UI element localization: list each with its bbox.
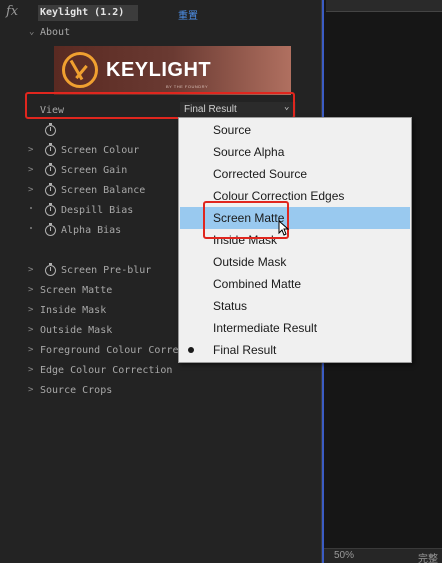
zoom-dropdown[interactable]: 50% bbox=[334, 550, 354, 561]
param-label: Edge Colour Correction bbox=[40, 365, 173, 376]
param-label: Alpha Bias bbox=[61, 225, 122, 236]
logo-subtext: BY THE FOUNDRY bbox=[166, 84, 209, 89]
chevron-right-icon[interactable]: > bbox=[28, 145, 33, 155]
about-row[interactable]: ⌄ About bbox=[0, 22, 322, 42]
param-label: Source Crops bbox=[40, 385, 113, 396]
viewer-tab-strip bbox=[326, 0, 442, 12]
stopwatch-icon[interactable] bbox=[45, 203, 56, 216]
menu-item-source[interactable]: Source bbox=[180, 119, 410, 141]
chevron-right-icon[interactable]: > bbox=[28, 185, 33, 195]
menu-item-combined-matte[interactable]: Combined Matte bbox=[180, 273, 410, 295]
chevron-right-icon[interactable]: > bbox=[28, 305, 33, 315]
param-group-source-crops[interactable]: > Source Crops bbox=[0, 380, 322, 400]
param-label: Despill Bias bbox=[61, 205, 134, 216]
param-label: Screen Gain bbox=[61, 165, 128, 176]
annotation-highlight-view bbox=[25, 92, 295, 119]
viewer-footer: 50% 完整 bbox=[324, 548, 442, 563]
param-label: Screen Matte bbox=[40, 285, 113, 296]
annotation-highlight-screen-matte bbox=[203, 201, 289, 239]
effect-header[interactable]: fx Keylight (1.2) 重置 bbox=[0, 2, 322, 22]
chevron-down-icon[interactable]: ⌄ bbox=[29, 27, 34, 37]
chevron-right-icon[interactable]: > bbox=[28, 285, 33, 295]
menu-item-outside-mask[interactable]: Outside Mask bbox=[180, 251, 410, 273]
stopwatch-icon[interactable] bbox=[45, 183, 56, 196]
bullet-dot bbox=[30, 207, 32, 209]
chevron-right-icon[interactable]: > bbox=[28, 325, 33, 335]
effect-title[interactable]: Keylight (1.2) bbox=[40, 7, 124, 18]
logo-text: KEYLIGHT bbox=[106, 59, 212, 81]
stopwatch-icon[interactable] bbox=[45, 263, 56, 276]
param-label: Screen Pre-blur bbox=[61, 265, 152, 276]
bullet-dot bbox=[30, 227, 32, 229]
keylight-logo-mark-icon bbox=[62, 52, 98, 88]
param-group-edge-colour-correction[interactable]: > Edge Colour Correction bbox=[0, 360, 322, 380]
fx-toggle-icon[interactable]: fx bbox=[6, 4, 18, 19]
keylight-logo: KEYLIGHT BY THE FOUNDRY bbox=[54, 46, 291, 95]
stopwatch-icon[interactable] bbox=[45, 163, 56, 176]
menu-item-intermediate-result[interactable]: Intermediate Result bbox=[180, 317, 410, 339]
about-label: About bbox=[40, 27, 71, 38]
chevron-right-icon[interactable]: > bbox=[28, 265, 33, 275]
menu-item-final-result[interactable]: Final Result bbox=[180, 339, 410, 361]
param-label: Outside Mask bbox=[40, 325, 113, 336]
param-label: Screen Balance bbox=[61, 185, 146, 196]
checked-bullet-icon bbox=[188, 347, 194, 353]
reset-link[interactable]: 重置 bbox=[178, 7, 198, 22]
resolution-dropdown[interactable]: 完整 bbox=[418, 550, 438, 563]
chevron-right-icon[interactable]: > bbox=[28, 345, 33, 355]
stopwatch-icon[interactable] bbox=[45, 223, 56, 236]
param-label: Foreground Colour Corre bbox=[40, 345, 179, 356]
param-label: Screen Colour bbox=[61, 145, 140, 156]
chevron-right-icon[interactable]: > bbox=[28, 365, 33, 375]
stopwatch-icon[interactable] bbox=[45, 123, 56, 136]
menu-item-source-alpha[interactable]: Source Alpha bbox=[180, 141, 410, 163]
mouse-cursor-icon bbox=[278, 220, 290, 236]
stopwatch-icon[interactable] bbox=[45, 143, 56, 156]
param-label: Inside Mask bbox=[40, 305, 107, 316]
menu-item-corrected-source[interactable]: Corrected Source bbox=[180, 163, 410, 185]
chevron-right-icon[interactable]: > bbox=[28, 165, 33, 175]
view-dropdown-menu: Source Source Alpha Corrected Source Col… bbox=[178, 117, 412, 363]
menu-item-status[interactable]: Status bbox=[180, 295, 410, 317]
chevron-right-icon[interactable]: > bbox=[28, 385, 33, 395]
